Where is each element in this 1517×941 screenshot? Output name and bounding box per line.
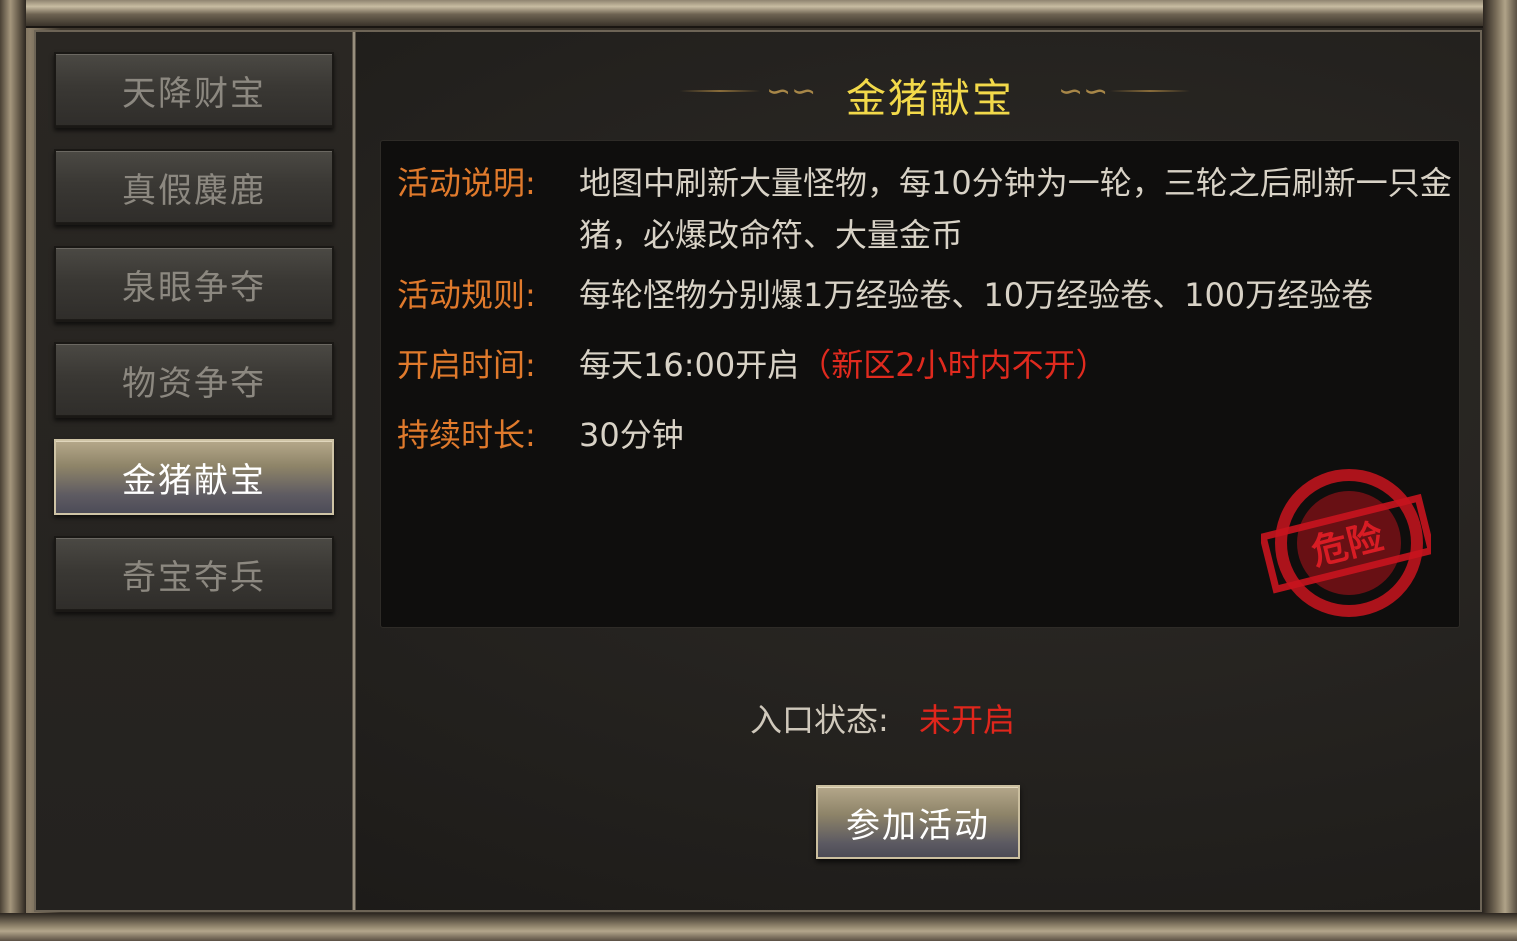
- sidebar-item-label: 物资争夺: [122, 363, 266, 404]
- sidebar-item-qibao-duobing[interactable]: 奇宝夺兵: [54, 536, 334, 612]
- scroll-ornament-right-icon: ∽∽: [1058, 74, 1109, 109]
- frame-bottom-border: [0, 913, 1517, 941]
- entry-status: 入口状态: 未开启: [750, 695, 1015, 741]
- rules-text: 每轮怪物分别爆1万经验卷、10万经验卷、100万经验卷: [579, 276, 1374, 314]
- rules-label: 活动规则:: [397, 276, 536, 314]
- danger-stamp-icon: 危险: [1261, 469, 1431, 617]
- title-line-right: [1110, 90, 1190, 92]
- sidebar-item-label: 奇宝夺兵: [122, 557, 266, 598]
- time-value: 每天16:00开启（新区2小时内不开）: [579, 339, 1108, 391]
- sidebar-item-jinzhu-xianbao[interactable]: 金猪献宝: [54, 439, 334, 515]
- sidebar-item-label: 金猪献宝: [122, 460, 266, 501]
- description-text: 地图中刷新大量怪物，每10分钟为一轮，三轮之后刷新一只金猪，必爆改命符、大量金币: [579, 164, 1452, 254]
- time-label: 开启时间:: [397, 346, 536, 384]
- activity-info-box: 活动说明: 地图中刷新大量怪物，每10分钟为一轮，三轮之后刷新一只金猪，必爆改命…: [380, 140, 1460, 628]
- sidebar-item-label: 泉眼争夺: [122, 267, 266, 308]
- panel-header: ∽∽ 金猪献宝 ∽∽: [680, 60, 1190, 122]
- description-label: 活动说明:: [397, 164, 536, 202]
- frame-left-border: [0, 0, 26, 941]
- duration-text: 30分钟: [579, 416, 684, 454]
- sidebar-divider: [352, 32, 356, 910]
- sidebar-item-zhenjia-milu[interactable]: 真假麋鹿: [54, 149, 334, 225]
- time-note: （新区2小时内不开）: [799, 346, 1108, 384]
- entry-status-label: 入口状态:: [750, 701, 889, 739]
- sidebar-item-tianjiang-caibao[interactable]: 天降财宝: [54, 52, 334, 128]
- sidebar-item-wuzi-zhengduo[interactable]: 物资争夺: [54, 342, 334, 418]
- sidebar-item-label: 天降财宝: [122, 73, 266, 114]
- sidebar-item-label: 真假麋鹿: [122, 170, 266, 211]
- frame-right-border: [1483, 0, 1517, 941]
- join-activity-label: 参加活动: [846, 805, 990, 846]
- duration-label: 持续时长:: [397, 416, 536, 454]
- time-text: 每天16:00开启: [579, 346, 800, 384]
- frame-top-border: [0, 0, 1517, 28]
- entry-status-value: 未开启: [918, 701, 1015, 739]
- sidebar-item-quanyan-zhengduo[interactable]: 泉眼争夺: [54, 246, 334, 322]
- join-activity-button[interactable]: 参加活动: [816, 785, 1020, 859]
